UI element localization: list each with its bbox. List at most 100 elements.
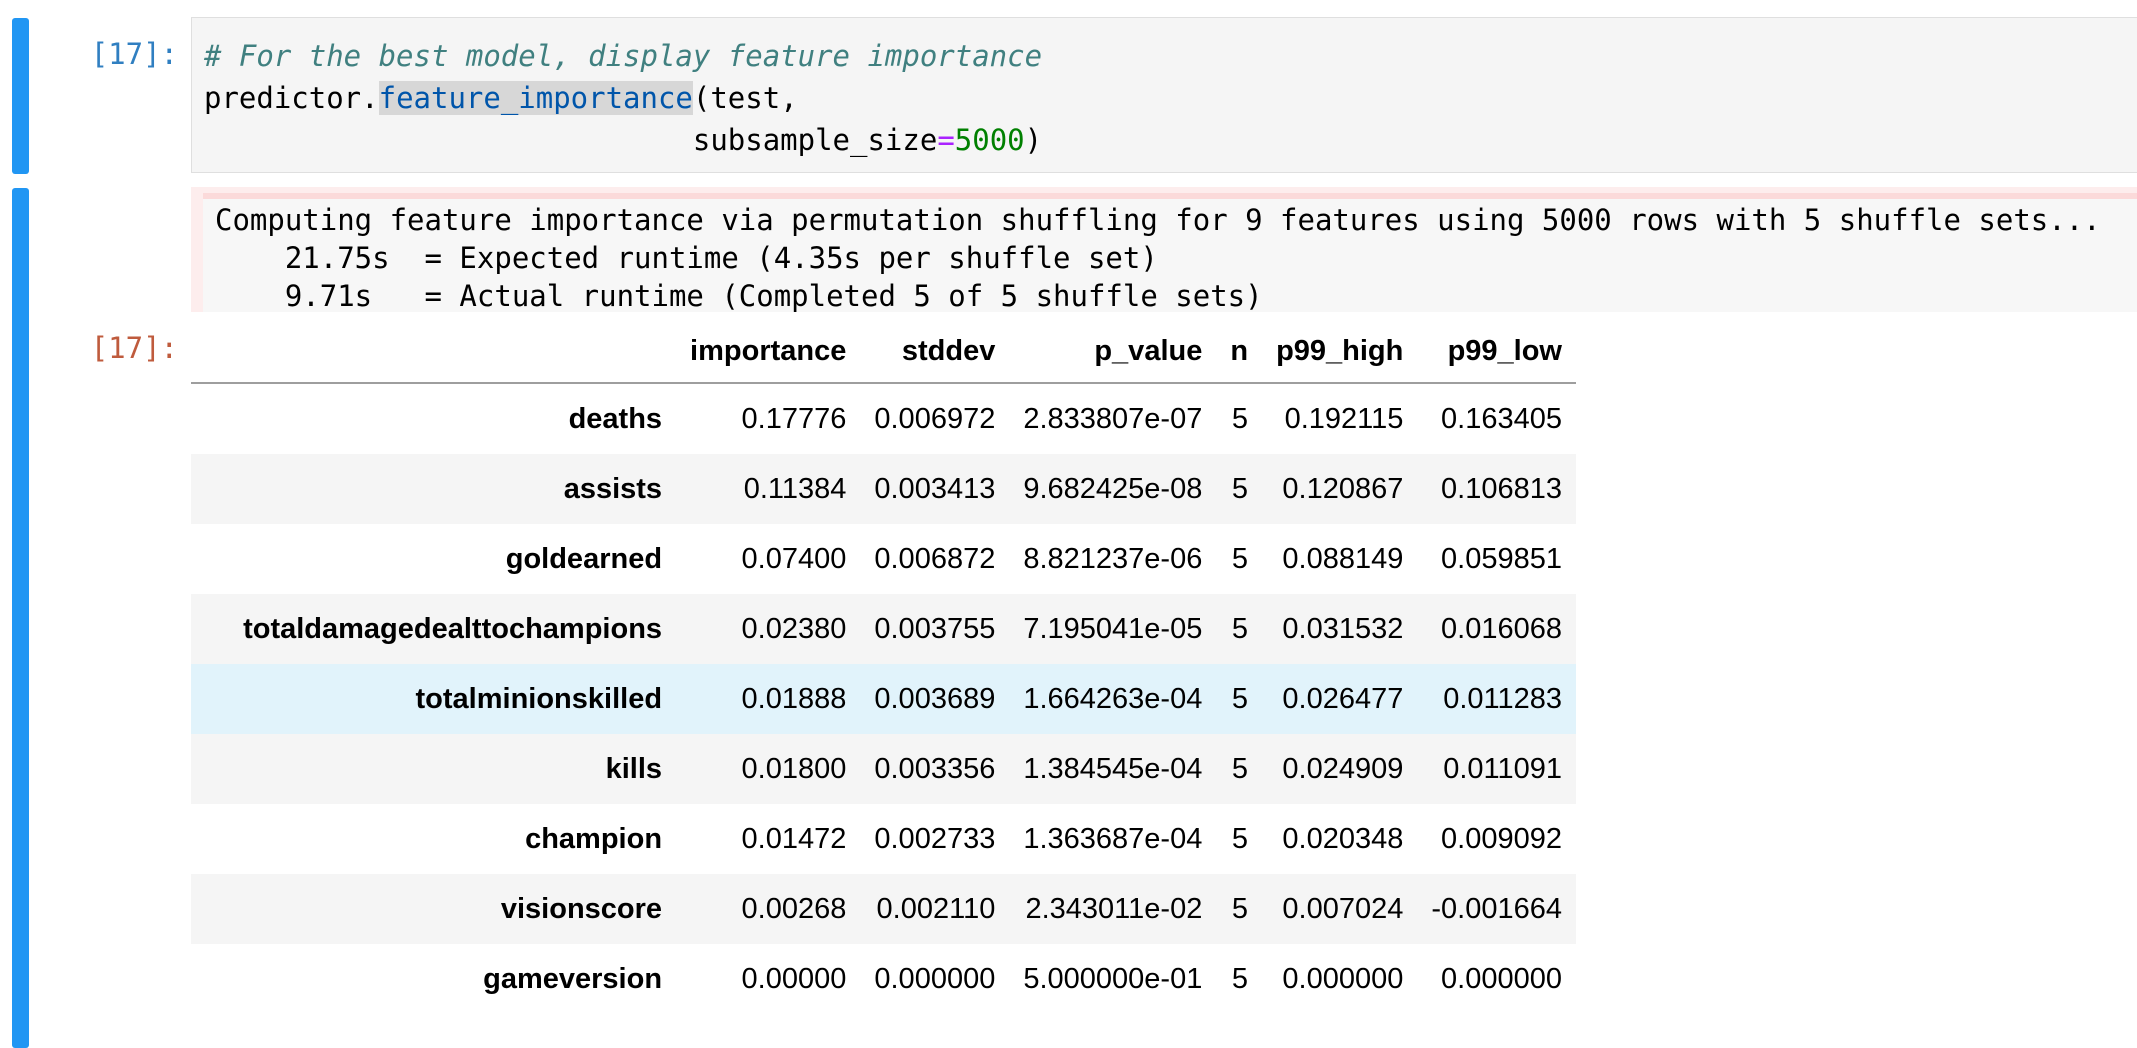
code-editor[interactable]: # For the best model, display feature im… <box>191 17 2137 173</box>
code-number: 5000 <box>954 123 1025 157</box>
code-method-highlight: feature_importance <box>378 81 693 115</box>
table-cell: 5 <box>1231 892 1249 925</box>
table-cell: 5.000000e-01 <box>1023 962 1203 995</box>
table-cell: 0.01800 <box>741 752 847 785</box>
table-cell: -0.001664 <box>1431 892 1562 925</box>
table-cell: 0.006972 <box>874 402 996 435</box>
code-object: predictor. <box>204 81 379 115</box>
table-cell: 0.002110 <box>876 892 996 925</box>
table-cell: 0.003413 <box>874 472 996 505</box>
table-cell: 0.163405 <box>1441 402 1562 435</box>
table-cell: 5 <box>1231 612 1249 645</box>
table-row: deaths 0.17776 0.006972 2.833807e-07 5 0.1921… <box>191 383 1576 454</box>
table-cell: 0.003689 <box>874 682 996 715</box>
table-cell: 2.343011e-02 <box>1025 892 1203 925</box>
row-index-label: gameversion <box>483 962 663 995</box>
code-comment: # For the best model, display feature im… <box>204 39 1043 73</box>
table-cell: 1.363687e-04 <box>1023 822 1203 855</box>
row-index-label: totalminionskilled <box>415 682 663 715</box>
table-cell: 0.031532 <box>1282 612 1404 645</box>
column-header: p99_high <box>1262 320 1418 384</box>
column-header: importance <box>676 320 861 384</box>
table-cell: 0.000000 <box>874 962 996 995</box>
code-line-2: predictor.feature_importance(test, <box>204 78 798 118</box>
code-kwarg: subsample_size <box>692 123 938 157</box>
dataframe-table: importance stddev p_value n p99_high p99… <box>191 320 1576 1014</box>
output-cell-collapser[interactable] <box>12 188 29 1048</box>
table-cell: 2.833807e-07 <box>1023 402 1203 435</box>
row-index-label: deaths <box>568 402 663 435</box>
table-body: deaths 0.17776 0.006972 2.833807e-07 5 0.1921… <box>191 383 1576 1014</box>
table-cell: 5 <box>1231 962 1249 995</box>
table-cell: 5 <box>1231 682 1249 715</box>
table-cell: 0.01472 <box>741 822 847 855</box>
row-index-label: visionscore <box>500 892 663 925</box>
dataframe-output: importance stddev p_value n p99_high p99… <box>191 320 1576 1014</box>
index-header <box>191 320 677 384</box>
row-index-label: goldearned <box>505 542 663 575</box>
row-index-label: assists <box>563 472 663 505</box>
table-cell: 0.016068 <box>1441 612 1562 645</box>
table-cell: 5 <box>1231 822 1249 855</box>
table-row: champion 0.01472 0.002733 1.363687e-04 5 0.02… <box>191 804 1576 874</box>
table-cell: 0.002733 <box>874 822 996 855</box>
table-cell: 0.120867 <box>1282 472 1404 505</box>
code-close-paren: ) <box>1024 123 1043 157</box>
table-cell: 0.17776 <box>741 402 847 435</box>
code-args: (test, <box>692 81 798 115</box>
table-cell: 7.195041e-05 <box>1023 612 1203 645</box>
input-cell-collapser[interactable] <box>12 18 29 174</box>
table-row: totalminionskilled 0.01888 0.003689 1.66426… <box>191 664 1576 734</box>
table-cell: 0.026477 <box>1282 682 1404 715</box>
input-prompt: [17]: <box>90 37 178 71</box>
table-cell: 5 <box>1231 472 1249 505</box>
table-cell: 0.000000 <box>1282 962 1404 995</box>
table-cell: 8.821237e-06 <box>1023 542 1203 575</box>
table-cell: 0.003755 <box>874 612 996 645</box>
table-cell: 1.664263e-04 <box>1023 682 1203 715</box>
table-cell: 0.02380 <box>741 612 847 645</box>
table-row: totaldamagedealttochampions 0.02380 0.0037… <box>191 594 1576 664</box>
table-cell: 0.020348 <box>1282 822 1404 855</box>
table-cell: 9.682425e-08 <box>1023 472 1203 505</box>
table-row: assists 0.11384 0.003413 9.682425e-08 5 0.120… <box>191 454 1576 524</box>
table-cell: 5 <box>1231 402 1249 435</box>
row-index-label: champion <box>525 822 663 855</box>
table-row: kills 0.01800 0.003356 1.384545e-04 5 0.02490… <box>191 734 1576 804</box>
table-header: importance stddev p_value n p99_high p99… <box>191 320 1576 384</box>
table-cell: 0.011283 <box>1443 682 1562 715</box>
table-cell: 0.007024 <box>1282 892 1404 925</box>
column-header: p99_low <box>1417 320 1576 384</box>
table-cell: 0.00000 <box>741 962 847 995</box>
row-index-label: kills <box>605 752 663 785</box>
table-cell: 0.006872 <box>874 542 996 575</box>
table-cell: 0.024909 <box>1282 752 1404 785</box>
column-header: n <box>1216 320 1263 384</box>
stderr-text-block: Computing feature importance via permuta… <box>203 193 2137 312</box>
code-operator: = <box>937 123 955 157</box>
table-cell: 0.11384 <box>743 472 847 505</box>
table-cell: 0.106813 <box>1441 472 1562 505</box>
column-header: stddev <box>860 320 1010 384</box>
table-cell: 0.059851 <box>1441 542 1562 575</box>
code-line-3: subsample_size=5000) <box>204 120 1042 160</box>
table-row: visionscore 0.00268 0.002110 2.343011e-02 5 0… <box>191 874 1576 944</box>
table-cell: 0.011091 <box>1443 752 1562 785</box>
table-cell: 5 <box>1231 752 1249 785</box>
table-row: goldearned 0.07400 0.006872 8.821237e-06 5 0.… <box>191 524 1576 594</box>
table-cell: 0.192115 <box>1284 402 1404 435</box>
table-cell: 0.00268 <box>741 892 847 925</box>
stderr-line: 9.71s = Actual runtime (Completed 5 of 5… <box>215 279 1263 312</box>
table-cell: 5 <box>1231 542 1249 575</box>
table-cell: 0.07400 <box>741 542 847 575</box>
table-cell: 0.000000 <box>1441 962 1562 995</box>
column-header: p_value <box>1009 320 1217 384</box>
table-cell: 1.384545e-04 <box>1023 752 1203 785</box>
row-index-label: totaldamagedealttochampions <box>243 612 663 645</box>
table-cell: 0.003356 <box>874 752 996 785</box>
header-row: importance stddev p_value n p99_high p99… <box>191 320 1576 384</box>
stderr-output: Computing feature importance via permuta… <box>191 187 2137 312</box>
table-cell: 0.009092 <box>1441 822 1562 855</box>
output-prompt: [17]: <box>90 331 178 365</box>
